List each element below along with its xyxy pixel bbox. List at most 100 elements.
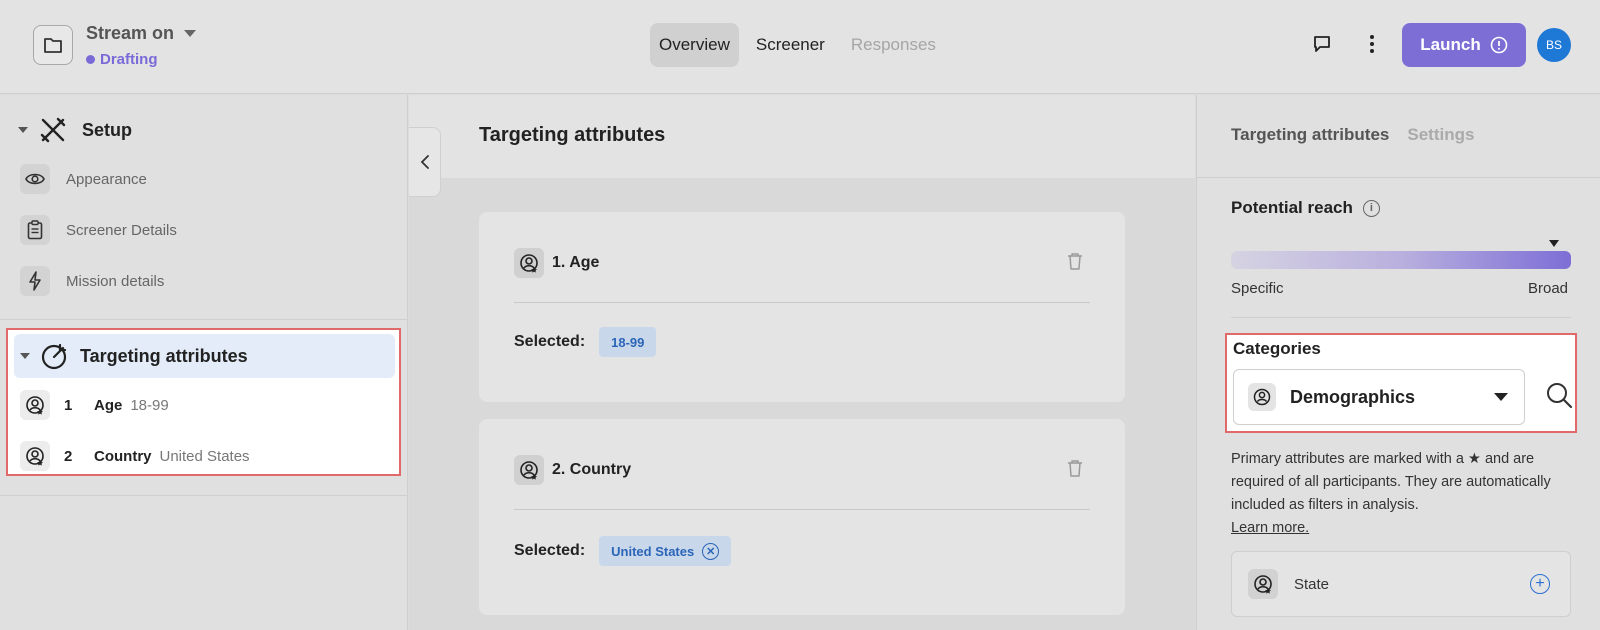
targeting-item-country[interactable]: 2 Country United States xyxy=(20,441,250,471)
search-icon xyxy=(1547,383,1573,409)
selected-chip: United States ✕ xyxy=(599,536,732,566)
targeting-item-number: 2 xyxy=(64,447,73,465)
sidebar-item-label: Screener Details xyxy=(66,221,177,239)
clipboard-icon xyxy=(20,215,50,245)
collapse-sidebar-button[interactable] xyxy=(409,127,441,197)
sidebar-item-screener-details[interactable]: Screener Details xyxy=(20,215,177,245)
chevron-down-icon xyxy=(1494,393,1508,401)
card-title: 2. Country xyxy=(552,461,632,478)
chip-label: 18-99 xyxy=(611,334,645,350)
attribute-card-age: 1. Age Selected: 18-99 xyxy=(479,212,1125,402)
card-divider xyxy=(514,302,1090,303)
targeting-item-value: 18-99 xyxy=(130,396,169,414)
tab-responses[interactable]: Responses xyxy=(842,23,945,67)
targeting-item-name: Age xyxy=(94,396,123,414)
person-star-icon xyxy=(514,248,544,278)
status-dot-icon xyxy=(86,55,95,64)
person-star-icon xyxy=(20,441,50,471)
reach-gauge xyxy=(1231,251,1571,269)
attribute-card-country: 2. Country Selected: United States ✕ xyxy=(479,419,1125,615)
lightning-icon xyxy=(20,266,50,296)
search-button[interactable] xyxy=(1545,381,1573,414)
more-vertical-icon xyxy=(1370,35,1374,53)
sidebar-item-label: Mission details xyxy=(66,272,165,290)
setup-section-header[interactable]: Setup xyxy=(18,115,132,145)
sidebar-divider xyxy=(0,495,408,496)
attribute-option-label: State xyxy=(1294,575,1330,593)
sidebar-item-label: Appearance xyxy=(66,170,147,188)
reach-marker-icon xyxy=(1549,240,1559,247)
project-title-dropdown[interactable]: Stream on xyxy=(86,23,197,44)
categories-title: Categories xyxy=(1233,339,1321,358)
info-icon[interactable]: i xyxy=(1362,199,1380,217)
person-star-icon xyxy=(514,455,544,485)
alert-circle-icon xyxy=(1490,36,1508,54)
sidebar-item-mission-details[interactable]: Mission details xyxy=(20,266,164,296)
category-select-value: Demographics xyxy=(1290,386,1416,407)
comments-button[interactable] xyxy=(1310,32,1334,56)
sidebar-divider xyxy=(0,319,408,320)
card-header: 1. Age xyxy=(514,248,599,278)
selected-row: Selected: 18-99 xyxy=(514,327,657,357)
folder-button[interactable] xyxy=(33,25,73,65)
launch-button[interactable]: Launch xyxy=(1402,23,1526,67)
categories-section: Categories Demographics xyxy=(1225,333,1577,433)
person-circle-icon xyxy=(1248,383,1276,411)
person-star-icon xyxy=(1248,569,1278,599)
person-star-icon xyxy=(20,390,50,420)
help-text: Primary attributes are marked with a ★ a… xyxy=(1231,451,1551,513)
add-attribute-icon[interactable]: + xyxy=(1530,574,1550,594)
tab-overview[interactable]: Overview xyxy=(650,23,739,67)
trash-icon xyxy=(1068,253,1082,270)
attribute-option-state[interactable]: State + xyxy=(1231,551,1571,617)
left-sidebar: Setup Appearance Screener Details Missio… xyxy=(0,95,408,630)
targeting-item-age[interactable]: 1 Age 18-99 xyxy=(20,390,169,420)
right-panel: Targeting attributes Settings Potential … xyxy=(1196,95,1600,630)
potential-reach-heading: Potential reach i xyxy=(1231,198,1380,218)
chat-icon xyxy=(1314,36,1330,52)
main-header: Targeting attributes xyxy=(409,95,1195,178)
chip-label: United States xyxy=(611,543,695,559)
tab-screener[interactable]: Screener xyxy=(747,23,834,67)
main-content: Targeting attributes 1. Age Selected: 18… xyxy=(409,95,1195,630)
selected-chip[interactable]: 18-99 xyxy=(599,327,657,357)
remove-chip-icon[interactable]: ✕ xyxy=(702,542,720,560)
targeting-item-name: Country xyxy=(94,447,152,465)
primary-attributes-help: Primary attributes are marked with a ★ a… xyxy=(1231,448,1576,540)
eye-icon xyxy=(20,164,50,194)
sidebar-item-appearance[interactable]: Appearance xyxy=(20,164,147,194)
chevron-left-icon xyxy=(420,155,429,169)
chevron-down-icon xyxy=(184,30,197,37)
delete-button[interactable] xyxy=(1067,252,1083,275)
card-divider xyxy=(514,509,1090,510)
targeting-section: Targeting attributes 1 Age 18-99 2 Count… xyxy=(6,328,401,476)
status-badge: Drafting xyxy=(86,51,158,68)
top-bar: Stream on Drafting Overview Screener Res… xyxy=(0,0,1600,94)
collapse-triangle-icon xyxy=(20,353,30,359)
category-select[interactable]: Demographics xyxy=(1233,369,1525,425)
reach-low-label: Specific xyxy=(1231,280,1284,297)
page-title: Targeting attributes xyxy=(479,124,666,146)
selected-label: Selected: xyxy=(514,333,586,350)
potential-reach-title: Potential reach xyxy=(1231,198,1353,217)
collapse-triangle-icon xyxy=(18,127,28,133)
targeting-section-header[interactable]: Targeting attributes xyxy=(14,334,395,378)
targeting-item-value: United States xyxy=(159,447,250,465)
folder-icon xyxy=(44,38,62,53)
targeting-title: Targeting attributes xyxy=(80,345,248,366)
target-icon xyxy=(41,343,67,370)
main-tabs: Overview Screener Responses xyxy=(650,23,945,67)
reach-high-label: Broad xyxy=(1528,280,1569,297)
tools-icon xyxy=(40,117,66,143)
avatar[interactable]: BS xyxy=(1537,28,1571,62)
tab-targeting-attributes[interactable]: Targeting attributes xyxy=(1231,125,1389,145)
learn-more-link[interactable]: Learn more. xyxy=(1231,520,1309,536)
panel-divider xyxy=(1197,177,1600,178)
more-options-button[interactable] xyxy=(1360,32,1384,56)
card-header: 2. Country xyxy=(514,455,631,485)
delete-button[interactable] xyxy=(1067,459,1083,482)
project-title: Stream on xyxy=(86,23,175,43)
tab-settings[interactable]: Settings xyxy=(1407,125,1474,145)
status-label: Drafting xyxy=(100,51,158,68)
trash-icon xyxy=(1068,460,1082,477)
